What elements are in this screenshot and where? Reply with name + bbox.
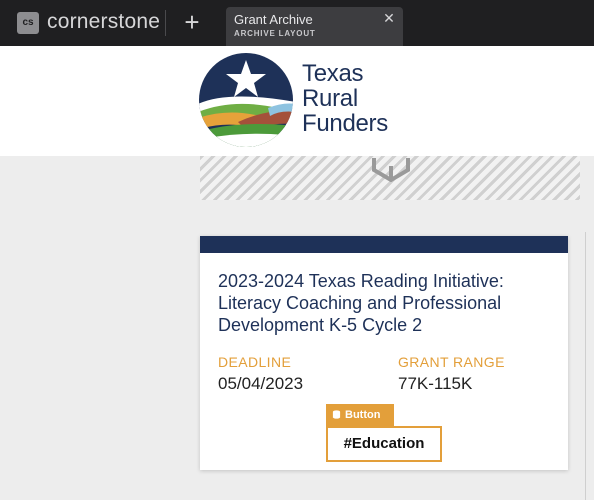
- tab-grant-archive[interactable]: Grant Archive ARCHIVE LAYOUT ✕: [226, 7, 403, 46]
- education-tag-button[interactable]: #Education: [326, 426, 442, 462]
- tab-title: Grant Archive: [234, 12, 313, 27]
- grant-card[interactable]: 2023-2024 Texas Reading Initiative: Lite…: [200, 236, 568, 470]
- logo-line-texas: Texas: [302, 60, 364, 87]
- deadline-label: DEADLINE: [218, 354, 292, 370]
- deadline-value: 05/04/2023: [218, 374, 304, 393]
- grant-title[interactable]: 2023-2024 Texas Reading Initiative: Lite…: [218, 270, 553, 336]
- new-tab-plus-icon[interactable]: +: [180, 9, 204, 35]
- editor-top-bar: cs cornerstone + Grant Archive ARCHIVE L…: [0, 0, 594, 46]
- card-top-bar: [200, 236, 568, 253]
- tab-subtitle: ARCHIVE LAYOUT: [234, 29, 316, 38]
- grant-range-value: 77K-115K: [398, 374, 473, 393]
- logo-line-rural: Rural: [302, 85, 358, 112]
- toolbar-divider: [165, 10, 166, 36]
- site-header: [0, 46, 594, 156]
- close-icon[interactable]: ✕: [382, 11, 396, 25]
- cube-icon: [372, 158, 410, 182]
- site-logo-text[interactable]: Texas Rural Funders: [302, 61, 388, 136]
- brand-name: cornerstone: [47, 10, 161, 33]
- logo-line-funders: Funders: [302, 110, 388, 137]
- database-icon: [332, 410, 341, 419]
- element-type-tag[interactable]: Button: [326, 404, 394, 426]
- scroll-guide-line: [585, 232, 586, 500]
- element-type-label: Button: [345, 409, 381, 421]
- texas-star-logo-icon: [199, 53, 293, 147]
- grant-range-label: GRANT RANGE: [398, 354, 505, 370]
- cornerstone-logo-icon[interactable]: cs: [17, 12, 39, 34]
